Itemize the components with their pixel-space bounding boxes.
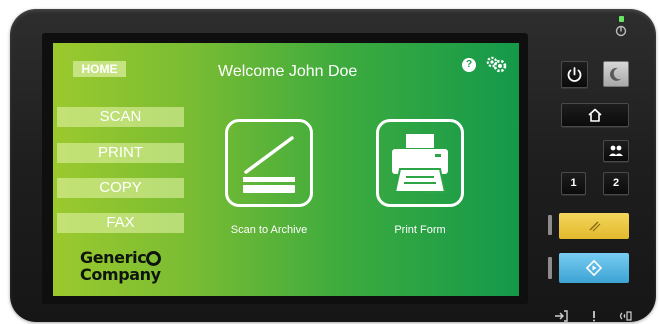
menu-fax[interactable]: FAX	[57, 213, 184, 233]
sleep-button[interactable]	[603, 61, 629, 87]
home-tab[interactable]: HOME	[73, 61, 126, 77]
moon-icon	[609, 67, 621, 81]
menu-copy[interactable]: COPY	[57, 178, 184, 198]
status-led	[619, 16, 624, 22]
help-icon[interactable]: ?	[462, 58, 476, 72]
touch-screen: HOME Welcome John Doe ? SCAN PRINT COPY …	[53, 43, 519, 296]
wireless-icon	[619, 311, 632, 321]
power-icon	[567, 67, 582, 82]
start-indicator	[548, 257, 552, 279]
scan-to-archive-tile[interactable]	[225, 119, 313, 207]
users-icon	[609, 145, 623, 156]
alert-icon	[593, 311, 595, 322]
printer-icon	[392, 134, 448, 193]
company-logo: Generic Company	[80, 249, 161, 283]
print-form-tile[interactable]	[376, 119, 464, 207]
scanner-icon	[243, 136, 295, 193]
scan-to-archive-label: Scan to Archive	[230, 224, 308, 236]
number-button-2[interactable]: 2	[603, 172, 629, 195]
stop-button[interactable]	[559, 213, 629, 239]
start-icon	[585, 259, 603, 277]
home-icon	[588, 108, 602, 122]
stop-indicator	[548, 215, 552, 235]
start-button[interactable]	[559, 253, 629, 283]
power-button[interactable]	[561, 61, 588, 88]
stop-icon	[589, 221, 601, 232]
home-button[interactable]	[561, 103, 629, 127]
gears-icon[interactable]	[485, 55, 507, 75]
number-button-1[interactable]: 1	[561, 172, 586, 195]
address-book-button[interactable]	[603, 140, 629, 162]
power-indicator-icon	[615, 25, 627, 37]
logo-line-2: Company	[80, 265, 161, 284]
menu-print[interactable]: PRINT	[57, 143, 184, 163]
login-icon	[555, 310, 568, 322]
print-form-label: Print Form	[394, 224, 446, 236]
logo-mark-icon	[146, 251, 161, 266]
welcome-message: Welcome John Doe	[218, 63, 358, 80]
menu-scan[interactable]: SCAN	[57, 107, 184, 127]
